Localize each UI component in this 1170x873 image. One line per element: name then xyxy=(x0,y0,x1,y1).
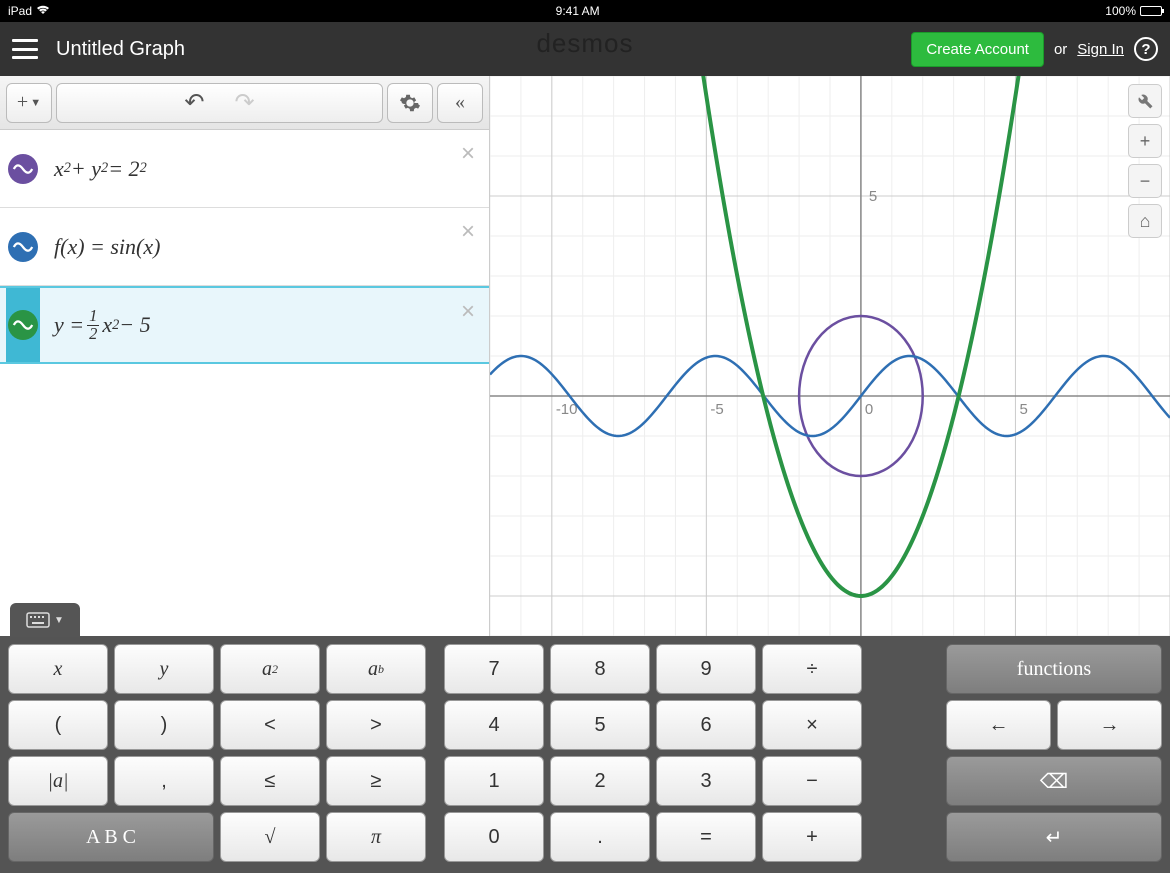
svg-text:0: 0 xyxy=(865,401,873,418)
symbol-key[interactable]: y xyxy=(114,644,214,694)
functions-key[interactable]: functions xyxy=(946,644,1162,694)
expression-row[interactable]: y = 12x2 − 5 × xyxy=(0,286,489,364)
enter-key[interactable]: ↵ xyxy=(946,812,1162,862)
abc-key[interactable]: A B C xyxy=(8,812,214,862)
backspace-key[interactable]: ⌫ xyxy=(946,756,1162,806)
keyboard-toggle[interactable]: ▼ xyxy=(10,603,80,637)
undo-redo-group: ↶ ↷ xyxy=(56,83,383,123)
symbol-key[interactable]: ≥ xyxy=(326,756,426,806)
graph-canvas[interactable]: -10-505105 xyxy=(490,76,1170,636)
wave-icon xyxy=(8,154,38,184)
svg-text:5: 5 xyxy=(1019,401,1027,418)
numpad-key[interactable]: + xyxy=(762,812,862,862)
graph-title[interactable]: Untitled Graph xyxy=(56,38,185,61)
delete-expression-icon[interactable]: × xyxy=(461,218,475,246)
symbol-key[interactable]: , xyxy=(114,756,214,806)
delete-expression-icon[interactable]: × xyxy=(461,298,475,326)
numpad-key[interactable]: 2 xyxy=(550,756,650,806)
numpad-key[interactable]: = xyxy=(656,812,756,862)
add-expression-button[interactable]: +▼ xyxy=(6,83,52,123)
numpad-key[interactable]: − xyxy=(762,756,862,806)
expression-color-tab[interactable] xyxy=(6,288,40,362)
numpad-key[interactable]: 4 xyxy=(444,700,544,750)
symbol-key[interactable]: a2 xyxy=(220,644,320,694)
numpad-key[interactable]: 0 xyxy=(444,812,544,862)
symbol-key[interactable]: π xyxy=(326,812,426,862)
numpad-key[interactable]: ÷ xyxy=(762,644,862,694)
keyboard-group-actions: functions ← → ⌫ ↵ xyxy=(946,644,1162,865)
help-icon[interactable]: ? xyxy=(1134,37,1158,61)
graph-area[interactable]: -10-505105 + − ⌂ xyxy=(490,76,1170,636)
wrench-icon[interactable] xyxy=(1128,84,1162,118)
expression-text[interactable]: x2 + y2 = 22 xyxy=(40,156,147,182)
svg-text:5: 5 xyxy=(869,188,877,205)
numpad-key[interactable]: 9 xyxy=(656,644,756,694)
sign-in-link[interactable]: Sign In xyxy=(1077,41,1124,58)
device-label: iPad xyxy=(8,4,32,18)
numpad-key[interactable]: 1 xyxy=(444,756,544,806)
numpad-key[interactable]: 5 xyxy=(550,700,650,750)
expression-color-tab[interactable] xyxy=(6,208,40,285)
zoom-in-button[interactable]: + xyxy=(1128,124,1162,158)
cursor-right-key[interactable]: → xyxy=(1057,700,1162,750)
desmos-logo: desmos xyxy=(536,28,633,59)
home-button[interactable]: ⌂ xyxy=(1128,204,1162,238)
svg-text:-5: -5 xyxy=(710,401,723,418)
symbol-key[interactable]: < xyxy=(220,700,320,750)
battery-percent: 100% xyxy=(1105,4,1136,18)
expression-row[interactable]: f(x) = sin(x) × xyxy=(0,208,489,286)
zoom-out-button[interactable]: − xyxy=(1128,164,1162,198)
graph-settings-button[interactable] xyxy=(387,83,433,123)
wave-icon xyxy=(8,232,38,262)
redo-button[interactable]: ↷ xyxy=(235,88,255,117)
symbol-key[interactable]: √ xyxy=(220,812,320,862)
wave-icon xyxy=(8,310,38,340)
menu-icon[interactable] xyxy=(12,39,38,59)
math-keyboard: xya2ab ()<> |a|,≤≥ A B C√π 789÷ 456× 123− 0.=+… xyxy=(0,636,1170,873)
create-account-button[interactable]: Create Account xyxy=(911,32,1044,67)
expression-row[interactable]: x2 + y2 = 22 × xyxy=(0,130,489,208)
cursor-left-key[interactable]: ← xyxy=(946,700,1051,750)
battery-icon xyxy=(1140,6,1162,16)
numpad-key[interactable]: 3 xyxy=(656,756,756,806)
numpad-key[interactable]: 7 xyxy=(444,644,544,694)
expression-color-tab[interactable] xyxy=(6,130,40,207)
numpad-key[interactable]: 8 xyxy=(550,644,650,694)
numpad-key[interactable]: . xyxy=(550,812,650,862)
expression-text[interactable]: f(x) = sin(x) xyxy=(40,234,160,260)
numpad-key[interactable]: 6 xyxy=(656,700,756,750)
expression-text[interactable]: y = 12x2 − 5 xyxy=(40,308,151,342)
expression-toolbar: +▼ ↶ ↷ « xyxy=(0,76,489,130)
or-label: or xyxy=(1054,41,1067,58)
main-area: +▼ ↶ ↷ « x2 + y2 = 22 × f(x) = sin(x) × xyxy=(0,76,1170,636)
clock: 9:41 AM xyxy=(50,4,1105,18)
delete-expression-icon[interactable]: × xyxy=(461,140,475,168)
symbol-key[interactable]: ab xyxy=(326,644,426,694)
symbol-key[interactable]: |a| xyxy=(8,756,108,806)
symbol-key[interactable]: ≤ xyxy=(220,756,320,806)
collapse-panel-button[interactable]: « xyxy=(437,83,483,123)
symbol-key[interactable]: ( xyxy=(8,700,108,750)
symbol-key[interactable]: ) xyxy=(114,700,214,750)
expression-list: x2 + y2 = 22 × f(x) = sin(x) × y = 12x2 … xyxy=(0,130,489,636)
graph-tools: + − ⌂ xyxy=(1128,84,1162,238)
app-header: Untitled Graph desmos Create Account or … xyxy=(0,22,1170,76)
keyboard-group-symbols: xya2ab ()<> |a|,≤≥ A B C√π xyxy=(8,644,426,865)
numpad-key[interactable]: × xyxy=(762,700,862,750)
symbol-key[interactable]: > xyxy=(326,700,426,750)
ipad-status-bar: iPad 9:41 AM 100% xyxy=(0,0,1170,22)
wifi-icon xyxy=(36,4,50,18)
expression-panel: +▼ ↶ ↷ « x2 + y2 = 22 × f(x) = sin(x) × xyxy=(0,76,490,636)
symbol-key[interactable]: x xyxy=(8,644,108,694)
undo-button[interactable]: ↶ xyxy=(184,88,204,117)
keyboard-group-numpad: 789÷ 456× 123− 0.=+ xyxy=(444,644,862,865)
